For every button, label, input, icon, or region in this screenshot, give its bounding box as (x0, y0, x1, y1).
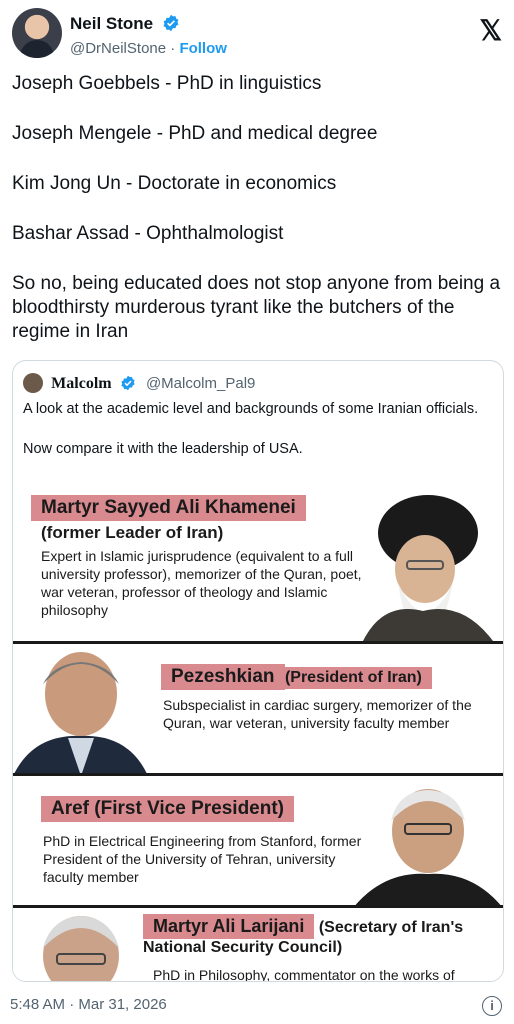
post-line: Bashar Assad - Ophthalmologist (12, 223, 284, 244)
post-text: Joseph Goebbels - PhD in linguistics Jos… (12, 72, 502, 370)
panel-title: Pezeshkian (161, 664, 285, 690)
panel-larijani: Martyr Ali Larijani (Secretary of Iran's… (13, 905, 503, 982)
panel-description: Expert in Islamic jurisprudence (equival… (41, 548, 362, 618)
portrait-image (353, 789, 503, 908)
verified-badge-icon (121, 375, 135, 391)
quoted-text-line: Now compare it with the leadership of US… (23, 441, 303, 457)
post-line: So no, being educated does not stop anyo… (12, 273, 501, 342)
author-name-row[interactable]: Neil Stone (70, 14, 180, 34)
portrait-image (43, 916, 119, 981)
panel-khamenei: Martyr Sayyed Ali Khamenei (former Leade… (13, 491, 503, 641)
author-handle-row: @DrNeilStone · Follow (70, 40, 227, 57)
author-handle[interactable]: @DrNeilStone (70, 40, 166, 57)
quoted-author-handle: @Malcolm_Pal9 (145, 375, 256, 392)
post-line: Joseph Mengele - PhD and medical degree (12, 123, 378, 144)
follow-button[interactable]: Follow (179, 40, 227, 57)
panel-description: PhD in Electrical Engineering from Stanf… (43, 833, 362, 885)
panel-subtitle: (former Leader of Iran) (41, 523, 224, 542)
panel-description: PhD in Philosophy, commentator on the wo… (153, 967, 455, 982)
panel-description: Subspecialist in cardiac surgery, memori… (163, 697, 472, 731)
quoted-avatar (23, 373, 43, 393)
quoted-text-line: A look at the academic level and backgro… (23, 401, 479, 417)
author-name[interactable]: Neil Stone (70, 14, 153, 33)
info-icon[interactable]: i (482, 996, 502, 1016)
quoted-header: Malcolm @Malcolm_Pal9 (23, 373, 255, 393)
quoted-text: A look at the academic level and backgro… (23, 399, 493, 479)
quoted-author-name: Malcolm (51, 375, 112, 392)
post-line: Kim Jong Un - Doctorate in economics (12, 173, 337, 194)
panel-aref: Aref (First Vice President) PhD in Elect… (13, 773, 503, 908)
author-avatar[interactable] (12, 8, 62, 58)
quoted-image[interactable]: Martyr Sayyed Ali Khamenei (former Leade… (13, 491, 503, 981)
post-header: Neil Stone @DrNeilStone · Follow 𝕏 (12, 8, 502, 62)
separator: · (170, 40, 176, 57)
panel-title: Martyr Sayyed Ali Khamenei (31, 495, 306, 521)
x-logo-icon[interactable]: 𝕏 (479, 14, 502, 47)
panel-title: Martyr Ali Larijani (143, 914, 315, 939)
panel-title: Aref (First Vice President) (41, 796, 295, 822)
post-line: Joseph Goebbels - PhD in linguistics (12, 73, 322, 94)
post-timestamp[interactable]: 5:48 AM · Mar 31, 2026 (10, 996, 167, 1013)
portrait-image (363, 495, 493, 641)
quoted-post[interactable]: Malcolm @Malcolm_Pal9 A look at the acad… (12, 360, 504, 982)
panel-title-suffix: (President of Iran) (284, 667, 432, 689)
verified-badge-icon (163, 14, 179, 32)
portrait-image (13, 652, 148, 776)
panel-pezeshkian: Pezeshkian (President of Iran) Subspecia… (13, 641, 503, 776)
